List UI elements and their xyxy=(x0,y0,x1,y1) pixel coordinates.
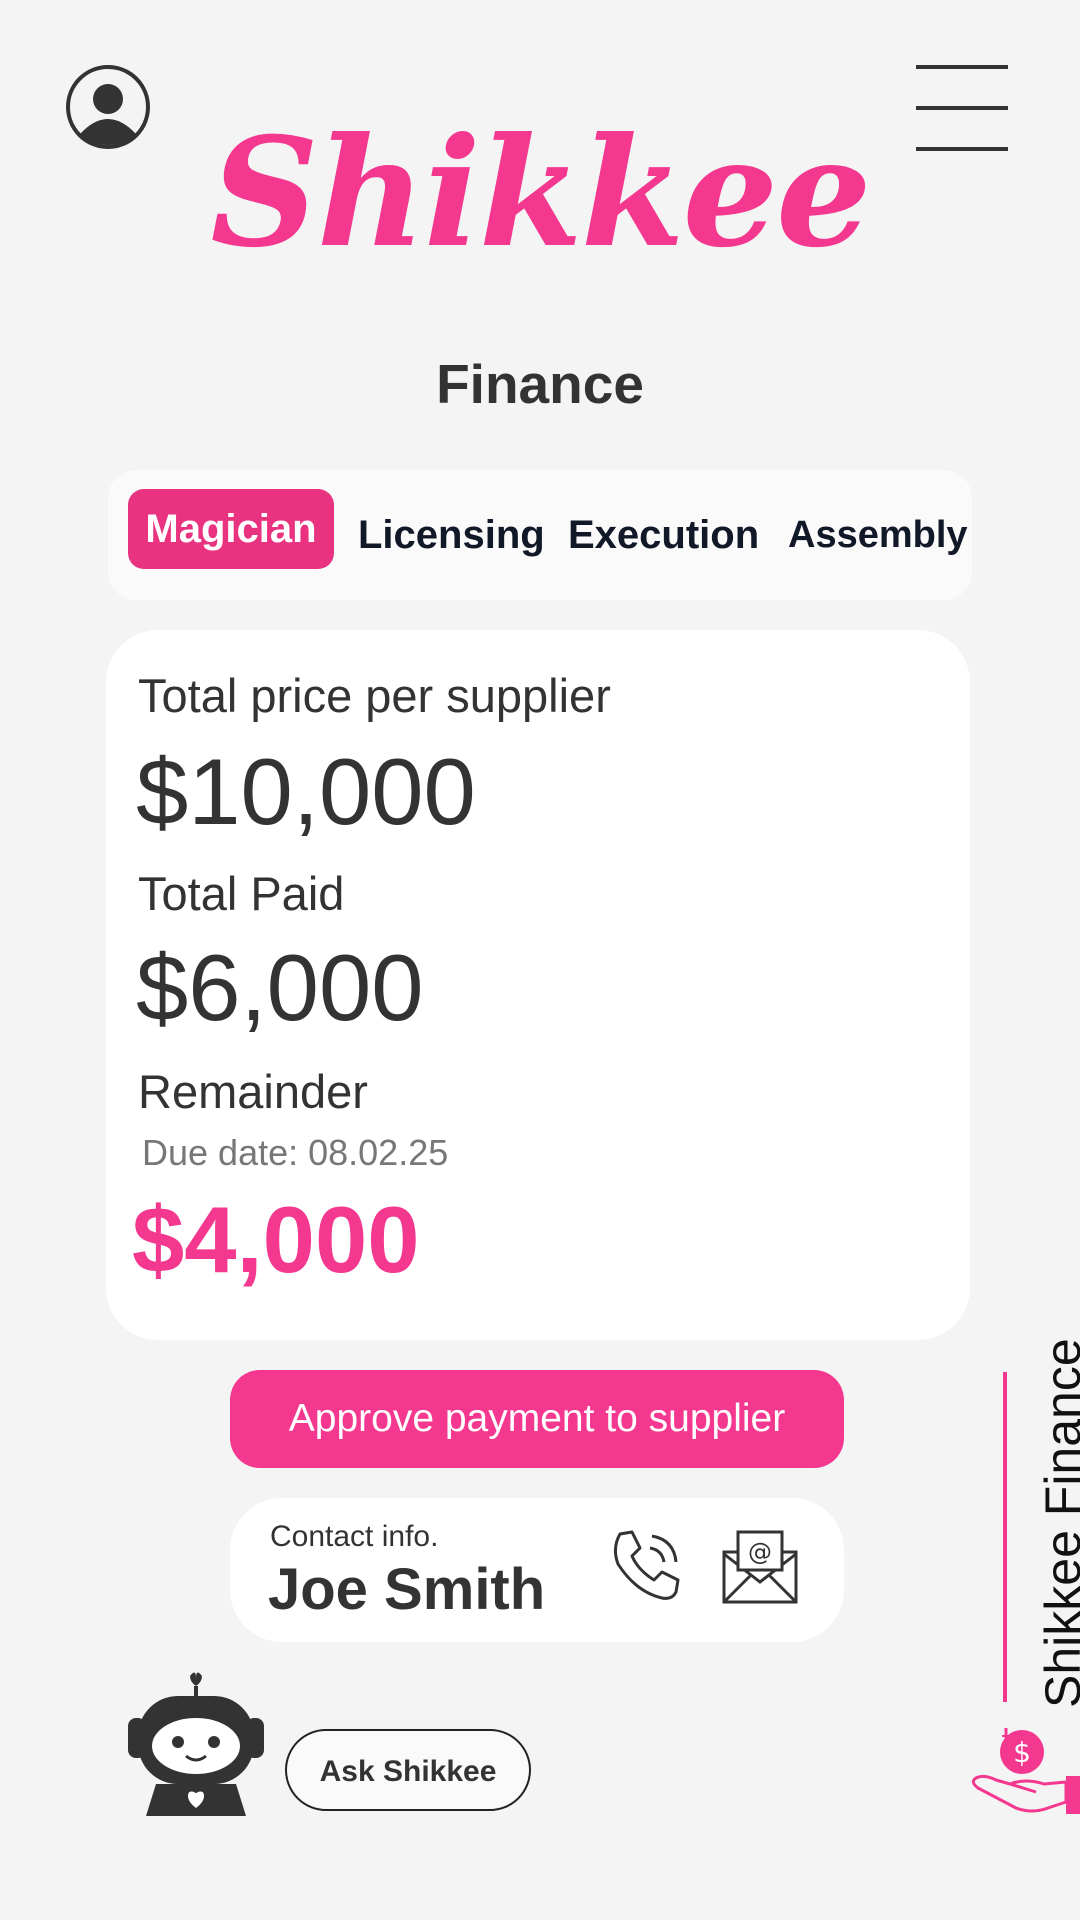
due-date: Due date: 08.02.25 xyxy=(142,1132,449,1173)
page-title: Finance xyxy=(436,353,644,415)
approve-payment-button[interactable]: Approve payment to supplier xyxy=(230,1370,844,1468)
total-price-value: $10,000 xyxy=(136,739,476,844)
phone-icon xyxy=(613,1530,680,1600)
email-button[interactable]: @ xyxy=(720,1528,800,1608)
tab-magician[interactable]: Magician xyxy=(128,489,334,569)
total-paid-value: $6,000 xyxy=(136,935,424,1040)
remainder-label: Remainder xyxy=(138,1065,368,1118)
side-brand-text: Shikkee Finance xyxy=(1035,1338,1080,1708)
contact-name: Joe Smith xyxy=(268,1557,546,1622)
call-button[interactable] xyxy=(606,1526,686,1606)
total-paid-label: Total Paid xyxy=(138,867,345,920)
total-price-label: Total price per supplier xyxy=(138,669,611,722)
contact-card: Contact info. Joe Smith @ xyxy=(230,1498,844,1642)
tab-assembly[interactable]: Assembly xyxy=(788,470,968,600)
tab-execution[interactable]: Execution xyxy=(568,470,759,600)
remainder-value: $4,000 xyxy=(132,1187,420,1292)
side-divider xyxy=(1003,1372,1007,1702)
tab-bar: Magician Licensing Execution Assembly xyxy=(108,470,972,600)
svg-text:$: $ xyxy=(1013,1736,1031,1769)
svg-text:@: @ xyxy=(748,1538,772,1566)
hand-dollar-icon: $ xyxy=(966,1726,1080,1830)
robot-assistant[interactable] xyxy=(128,1668,264,1816)
payment-summary-card: Total price per supplier $10,000 Total P… xyxy=(106,630,970,1340)
tab-licensing[interactable]: Licensing xyxy=(358,470,545,600)
email-icon: @ xyxy=(722,1530,798,1604)
contact-label: Contact info. xyxy=(270,1520,439,1553)
brand-logo: Shikkee xyxy=(210,105,871,281)
robot-icon xyxy=(128,1672,264,1816)
ask-shikkee-button[interactable]: Ask Shikkee xyxy=(285,1729,531,1811)
